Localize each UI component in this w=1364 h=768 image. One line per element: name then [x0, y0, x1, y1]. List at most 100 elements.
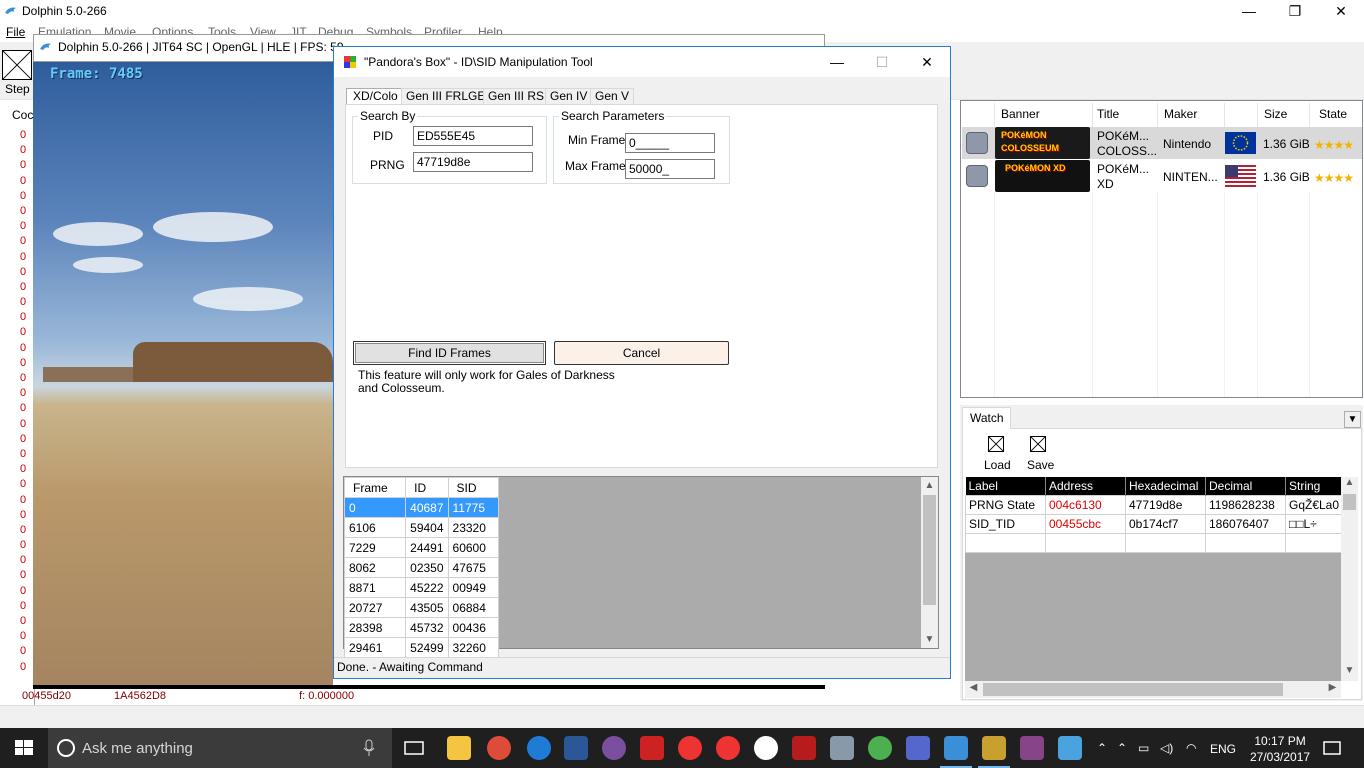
- table-row[interactable]: [965, 532, 1342, 553]
- volume-icon[interactable]: ◁): [1160, 741, 1173, 755]
- table-row[interactable]: 6106 59404 23320: [343, 517, 500, 538]
- chevron-down-icon[interactable]: ▼: [921, 631, 938, 648]
- step-button[interactable]: Step: [0, 48, 34, 96]
- pokeball-icon[interactable]: [678, 736, 702, 760]
- step-label: Step: [5, 82, 30, 96]
- dialog-minimize-button[interactable]: —: [814, 47, 860, 77]
- filezilla-icon[interactable]: [792, 736, 816, 760]
- edge-icon[interactable]: [527, 736, 551, 760]
- game-render-view[interactable]: [33, 62, 333, 685]
- code-line: 0: [20, 569, 27, 582]
- tab-watch[interactable]: Watch: [962, 407, 1011, 429]
- dolphin-icon[interactable]: [944, 736, 968, 760]
- table-row[interactable]: 20727 43505 06884: [343, 597, 500, 618]
- watch-table[interactable]: Label Address Hexadecimal Decimal String…: [965, 477, 1342, 553]
- chevron-up-icon[interactable]: ⌃: [1097, 741, 1107, 755]
- col-banner[interactable]: Banner: [1001, 107, 1040, 121]
- max-frame-label: Max Frame:: [565, 159, 630, 173]
- save-button[interactable]: Save: [1024, 430, 1062, 474]
- pid-input[interactable]: [413, 126, 533, 146]
- watch-horizontal-scrollbar[interactable]: ◀ ▶: [965, 681, 1341, 698]
- col-hexadecimal[interactable]: Hexadecimal: [1125, 477, 1206, 495]
- dialog-close-button[interactable]: ✕: [904, 47, 950, 77]
- col-decimal[interactable]: Decimal: [1205, 477, 1286, 495]
- chevron-up-icon[interactable]: ▲: [921, 477, 938, 494]
- game-row-colosseum[interactable]: POKéMON COLOSSEUM POKéM... COLOSS... Nin…: [962, 127, 1362, 159]
- min-frame-input[interactable]: [625, 133, 715, 153]
- code-line: 0: [20, 387, 27, 400]
- col-maker[interactable]: Maker: [1164, 107, 1197, 121]
- col-title[interactable]: Title: [1097, 107, 1119, 121]
- chevron-left-icon[interactable]: ◀: [965, 682, 982, 693]
- menu-file[interactable]: File: [6, 25, 25, 39]
- system-clock[interactable]: 10:17 PM 27/03/2017: [1250, 733, 1310, 765]
- table-row[interactable]: 29461 52499 32260: [343, 637, 500, 658]
- chevron-up-icon[interactable]: ▲: [1341, 477, 1358, 488]
- max-frame-input[interactable]: [625, 159, 715, 179]
- code-bottom-hex: 1A4562D8: [114, 690, 167, 702]
- rating-stars: ★★★★: [1314, 138, 1354, 152]
- table-row[interactable]: PRNG State 004c6130 47719d8e 1198628238 GqŽ€…: [965, 494, 1342, 515]
- chevron-down-icon[interactable]: ▼: [1344, 411, 1361, 428]
- windows-start-icon[interactable]: [0, 728, 48, 768]
- col-string[interactable]: String: [1285, 477, 1342, 495]
- language-indicator[interactable]: ENG: [1210, 742, 1236, 756]
- task-view-icon[interactable]: [402, 736, 426, 760]
- find-id-frames-button[interactable]: Find ID Frames: [353, 341, 546, 365]
- minimize-button[interactable]: —: [1226, 0, 1272, 24]
- notifications-icon[interactable]: [1322, 740, 1342, 758]
- pokeball-icon[interactable]: [754, 736, 778, 760]
- chevron-down-icon[interactable]: ▼: [1341, 665, 1358, 676]
- table-row[interactable]: 8062 02350 47675: [343, 557, 500, 578]
- game-row-xd[interactable]: POKéMON XD POKéM... XD NINTEN... 1.36 Gi…: [962, 160, 1362, 192]
- table-row[interactable]: SID_TID 00455cbc 0b174cf7 186076407 □□L÷: [965, 513, 1342, 534]
- load-button[interactable]: Load: [966, 430, 1012, 474]
- col-sid[interactable]: SID: [447, 477, 500, 498]
- app-icon[interactable]: [868, 736, 892, 760]
- pandoras-box-icon[interactable]: [982, 736, 1006, 760]
- app-icon[interactable]: [906, 736, 930, 760]
- col-label[interactable]: Label: [965, 477, 1046, 495]
- col-frame[interactable]: Frame: [343, 477, 407, 498]
- code-tab[interactable]: Coc: [12, 108, 33, 122]
- maximize-button[interactable]: ❐: [1272, 0, 1318, 24]
- chevron-right-icon[interactable]: ▶: [1324, 682, 1341, 693]
- prng-input[interactable]: [413, 152, 533, 172]
- file-explorer-icon[interactable]: [447, 736, 471, 760]
- app-icon[interactable]: [1058, 736, 1082, 760]
- col-id[interactable]: ID: [405, 477, 449, 498]
- app-icon[interactable]: [640, 736, 664, 760]
- dialog-maximize-button[interactable]: ☐: [859, 47, 905, 77]
- network-icon[interactable]: ⌃: [1117, 741, 1127, 755]
- scroll-thumb[interactable]: [923, 495, 936, 605]
- microphone-icon[interactable]: [362, 739, 376, 757]
- music-app-icon[interactable]: [602, 736, 626, 760]
- table-row[interactable]: 8871 45222 00949: [343, 577, 500, 598]
- scroll-thumb[interactable]: [1343, 494, 1356, 510]
- code-line: 0: [20, 402, 27, 415]
- chrome-icon[interactable]: [487, 736, 511, 760]
- results-scrollbar[interactable]: ▲ ▼: [921, 477, 938, 648]
- col-address[interactable]: Address: [1045, 477, 1126, 495]
- code-line: 0: [20, 372, 27, 384]
- app-icon[interactable]: [830, 736, 854, 760]
- close-button[interactable]: ✕: [1318, 0, 1364, 24]
- load-icon: [988, 436, 1004, 452]
- table-row[interactable]: 7229 24491 60600: [343, 537, 500, 558]
- col-size[interactable]: Size: [1264, 107, 1287, 121]
- scroll-thumb[interactable]: [983, 683, 1283, 696]
- code-line: 0: [20, 660, 27, 673]
- battery-icon[interactable]: ▭: [1138, 741, 1149, 755]
- col-state[interactable]: State: [1319, 107, 1347, 121]
- watch-vertical-scrollbar[interactable]: ▲ ▼: [1341, 477, 1358, 681]
- pokeball-icon[interactable]: [716, 736, 740, 760]
- wifi-icon[interactable]: ◠: [1186, 741, 1196, 755]
- table-row[interactable]: 0 40687 11775: [343, 497, 500, 518]
- code-line: 0: [20, 311, 27, 324]
- word-icon[interactable]: [564, 736, 588, 760]
- code-address-column: 0 0 0 0 0 0 0 0 0 0 0 0 0 0 0 0 0 0 0 0 0 0 0 0 0 0 0 0 0 0 0 0 0 0 0 0: [20, 128, 34, 675]
- table-row[interactable]: 28398 45732 00436: [343, 617, 500, 638]
- cancel-button[interactable]: Cancel: [554, 341, 729, 365]
- winrar-icon[interactable]: [1020, 736, 1044, 760]
- results-grid[interactable]: Frame ID SID 0 40687 11775 6106 59404 23320 …: [343, 477, 500, 658]
